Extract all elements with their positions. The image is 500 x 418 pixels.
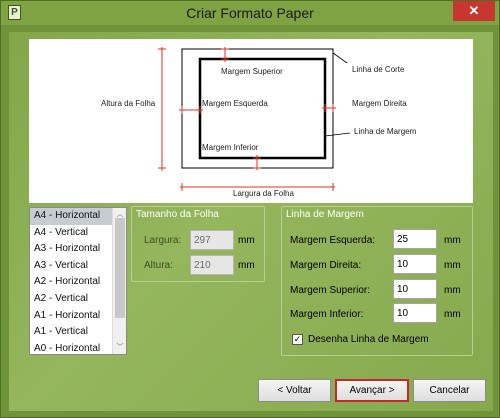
right-margin-field-label: Margem Direita: — [290, 260, 362, 271]
bottom-margin-field-label: Margem Inferior: — [290, 309, 364, 320]
sheet-size-title: Tamanho da Folha — [136, 209, 219, 220]
scroll-down-icon[interactable]: ﹀ — [113, 342, 126, 352]
sheet-height-label: Altura da Folha — [101, 99, 156, 108]
height-field[interactable] — [190, 255, 234, 275]
left-margin-field[interactable] — [393, 229, 437, 249]
left-margin-label: Margem Esquerda — [202, 99, 268, 108]
margin-line-label: Linha de Margem — [354, 127, 417, 136]
width-label: Largura: — [144, 235, 182, 246]
cut-line-label: Linha de Corte — [352, 65, 405, 74]
margin-line-title: Linha de Margem — [286, 209, 364, 220]
top-margin-label: Margem Superior — [221, 67, 283, 76]
next-button[interactable]: Avançar > — [335, 379, 409, 402]
sheet-size-group: Tamanho da Folha Largura: mm Altura: mm — [131, 206, 265, 282]
preview-diagram — [158, 47, 351, 191]
right-margin-label: Margem Direita — [352, 99, 407, 108]
left-margin-unit: mm — [444, 235, 461, 246]
bottom-margin-unit: mm — [444, 309, 461, 320]
dialog-window: P Criar Formato Paper ✕ Margem Superior … — [0, 0, 500, 418]
bottom-margin-label: Margem Inferior — [202, 143, 259, 152]
right-margin-unit: mm — [444, 260, 461, 271]
top-margin-unit: mm — [444, 285, 461, 296]
cancel-button[interactable]: Cancelar — [413, 379, 486, 402]
top-margin-field-label: Margem Superior: — [290, 285, 371, 296]
height-unit: mm — [238, 260, 255, 271]
page-format-preview: Margem Superior Linha de Corte Altura da… — [29, 39, 473, 203]
margin-line-leader — [324, 132, 351, 137]
dialog-body: Margem Superior Linha de Corte Altura da… — [9, 32, 493, 411]
left-margin-field-label: Margem Esquerda: — [290, 235, 376, 246]
close-button[interactable]: ✕ — [453, 1, 495, 21]
margin-line-group: Linha de Margem Margem Esquerda: mm Marg… — [281, 206, 473, 356]
draw-margin-checkbox[interactable]: ✓ — [292, 334, 303, 345]
list-scrollbar[interactable]: ︿ ﹀ — [112, 208, 126, 354]
scroll-thumb[interactable] — [115, 218, 125, 318]
format-list[interactable]: A4 - Horizontal A4 - Vertical A3 - Horizon… — [29, 207, 127, 355]
right-margin-field[interactable] — [393, 254, 437, 274]
back-button[interactable]: < Voltar — [258, 379, 331, 402]
cut-line-leader — [332, 52, 348, 64]
title-bar[interactable]: P Criar Formato Paper ✕ — [1, 1, 499, 25]
window-title: Criar Formato Paper — [186, 5, 314, 21]
draw-margin-label[interactable]: Desenha Linha de Margem — [308, 334, 429, 345]
top-margin-field[interactable] — [393, 279, 437, 299]
height-label: Altura: — [144, 260, 173, 271]
width-unit: mm — [238, 235, 255, 246]
width-field[interactable] — [190, 230, 234, 250]
sheet-width-label: Largura da Folha — [233, 189, 294, 198]
bottom-margin-field[interactable] — [393, 303, 437, 323]
